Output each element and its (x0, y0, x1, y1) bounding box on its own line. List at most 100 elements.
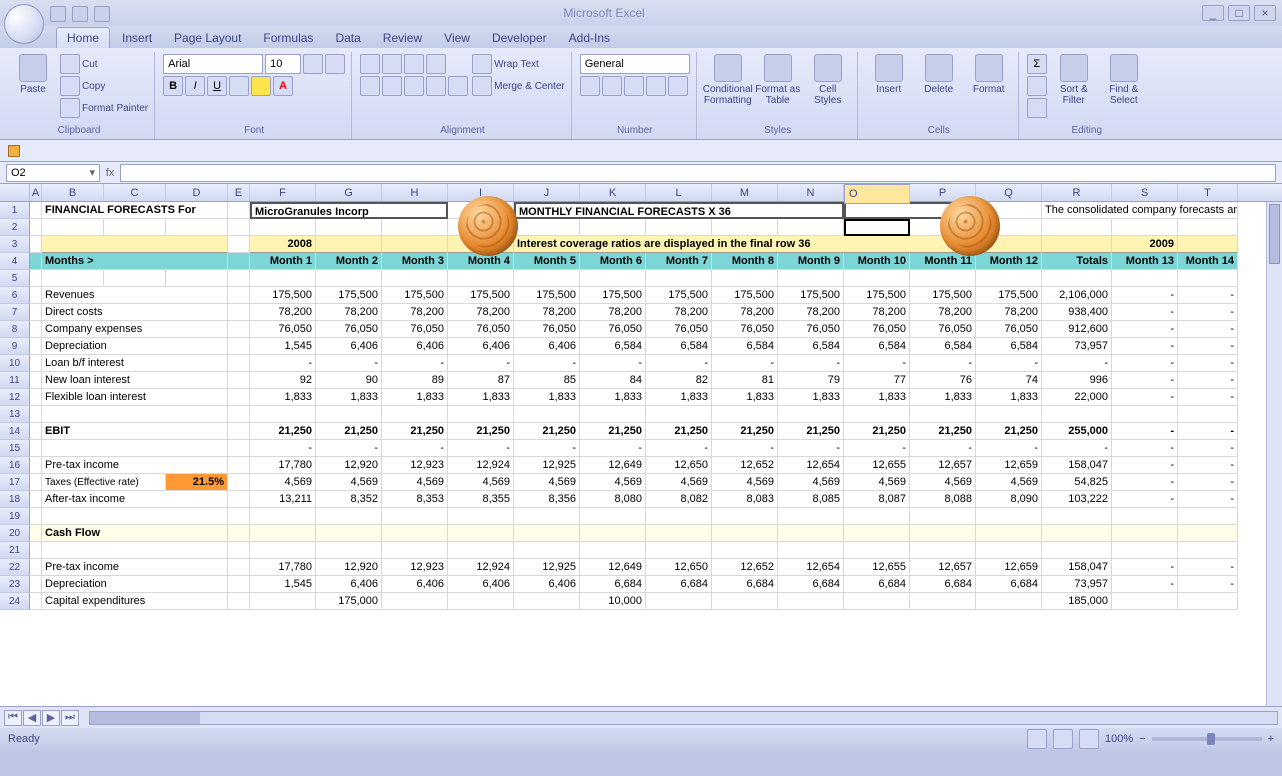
cell[interactable] (30, 287, 42, 304)
cell[interactable] (1178, 270, 1238, 287)
cell[interactable] (514, 270, 580, 287)
cell[interactable]: 78,200 (382, 304, 448, 321)
fill-color-button[interactable] (251, 76, 271, 96)
cell[interactable]: 175,500 (778, 287, 844, 304)
cell[interactable]: 76,050 (514, 321, 580, 338)
cell[interactable]: - (1178, 389, 1238, 406)
cell[interactable] (1112, 219, 1178, 236)
row-header[interactable]: 18 (0, 491, 30, 508)
format-painter-button[interactable]: Format Painter (60, 98, 148, 118)
cell[interactable] (228, 491, 250, 508)
row-header[interactable]: 19 (0, 508, 30, 525)
cell[interactable] (316, 525, 382, 542)
next-sheet-button[interactable]: ▶ (42, 710, 60, 726)
cell[interactable] (778, 219, 844, 236)
cell[interactable]: 21,250 (514, 423, 580, 440)
cell[interactable]: - (1112, 576, 1178, 593)
cell[interactable]: - (448, 355, 514, 372)
cell[interactable]: 1,833 (316, 389, 382, 406)
cell[interactable] (976, 270, 1042, 287)
cell[interactable] (1042, 406, 1112, 423)
cell[interactable]: 8,352 (316, 491, 382, 508)
cell[interactable]: Direct costs (42, 304, 228, 321)
cell[interactable]: 78,200 (514, 304, 580, 321)
cell[interactable] (910, 593, 976, 610)
cell[interactable]: 21,250 (910, 423, 976, 440)
cell[interactable] (30, 423, 42, 440)
cell[interactable] (228, 253, 250, 270)
cell[interactable] (1112, 508, 1178, 525)
cell[interactable]: 78,200 (778, 304, 844, 321)
cell[interactable]: Loan b/f interest (42, 355, 228, 372)
cell[interactable]: Revenues (42, 287, 228, 304)
cell[interactable]: 85 (514, 372, 580, 389)
cell[interactable]: 76,050 (712, 321, 778, 338)
cell[interactable]: 74 (976, 372, 1042, 389)
cell[interactable] (250, 508, 316, 525)
cell[interactable] (30, 406, 42, 423)
cell[interactable]: - (1112, 372, 1178, 389)
cell[interactable] (166, 219, 228, 236)
cell[interactable]: 12,659 (976, 457, 1042, 474)
cell[interactable] (1112, 593, 1178, 610)
cell[interactable] (778, 406, 844, 423)
col-header-N[interactable]: N (778, 184, 844, 201)
cell[interactable]: EBIT (42, 423, 228, 440)
vertical-scrollbar[interactable] (1266, 202, 1282, 706)
cell[interactable] (30, 253, 42, 270)
prev-sheet-button[interactable]: ◀ (23, 710, 41, 726)
cell[interactable] (316, 236, 382, 253)
cell[interactable] (250, 593, 316, 610)
cell[interactable]: - (910, 355, 976, 372)
cell[interactable]: Month 1 (250, 253, 316, 270)
cell[interactable] (316, 542, 382, 559)
cell[interactable]: 12,920 (316, 559, 382, 576)
cell[interactable] (712, 406, 778, 423)
cell[interactable]: 6,406 (316, 338, 382, 355)
cell[interactable]: 2008 (250, 236, 316, 253)
grow-font-icon[interactable] (303, 54, 323, 74)
cell[interactable]: 21,250 (844, 423, 910, 440)
cell[interactable] (30, 457, 42, 474)
col-header-M[interactable]: M (712, 184, 778, 201)
cell[interactable] (778, 525, 844, 542)
inc-decimal-icon[interactable] (646, 76, 666, 96)
col-header-O[interactable]: O (844, 184, 910, 204)
cell[interactable]: 1,833 (778, 389, 844, 406)
cell[interactable]: 8,353 (382, 491, 448, 508)
cell[interactable]: 12,923 (382, 457, 448, 474)
cell[interactable]: - (316, 355, 382, 372)
col-header-B[interactable]: B (42, 184, 104, 201)
cell[interactable] (228, 338, 250, 355)
cell[interactable] (228, 202, 250, 219)
cell[interactable]: 6,684 (646, 576, 712, 593)
cell[interactable] (250, 270, 316, 287)
row-header[interactable]: 22 (0, 559, 30, 576)
cell[interactable] (1178, 593, 1238, 610)
cell[interactable]: 12,924 (448, 559, 514, 576)
cell[interactable]: - (1112, 559, 1178, 576)
cell[interactable]: 1,833 (448, 389, 514, 406)
cell[interactable]: - (1178, 576, 1238, 593)
align-top-icon[interactable] (360, 54, 380, 74)
cell[interactable]: 1,833 (712, 389, 778, 406)
cell[interactable] (448, 542, 514, 559)
cell[interactable] (1178, 542, 1238, 559)
cell[interactable] (1112, 406, 1178, 423)
col-header-R[interactable]: R (1042, 184, 1112, 201)
cell[interactable] (778, 593, 844, 610)
cell[interactable] (228, 321, 250, 338)
cell[interactable]: 4,569 (844, 474, 910, 491)
cell[interactable]: 175,500 (316, 287, 382, 304)
cell[interactable] (30, 559, 42, 576)
cell[interactable]: 1,833 (250, 389, 316, 406)
cell[interactable] (1112, 270, 1178, 287)
border-button[interactable] (229, 76, 249, 96)
font-color-button[interactable]: A (273, 76, 293, 96)
cell[interactable] (228, 423, 250, 440)
cell[interactable]: 12,650 (646, 559, 712, 576)
cell[interactable] (228, 474, 250, 491)
cell[interactable]: 4,569 (514, 474, 580, 491)
cell[interactable] (910, 508, 976, 525)
cell[interactable]: 21.5% (166, 474, 228, 491)
